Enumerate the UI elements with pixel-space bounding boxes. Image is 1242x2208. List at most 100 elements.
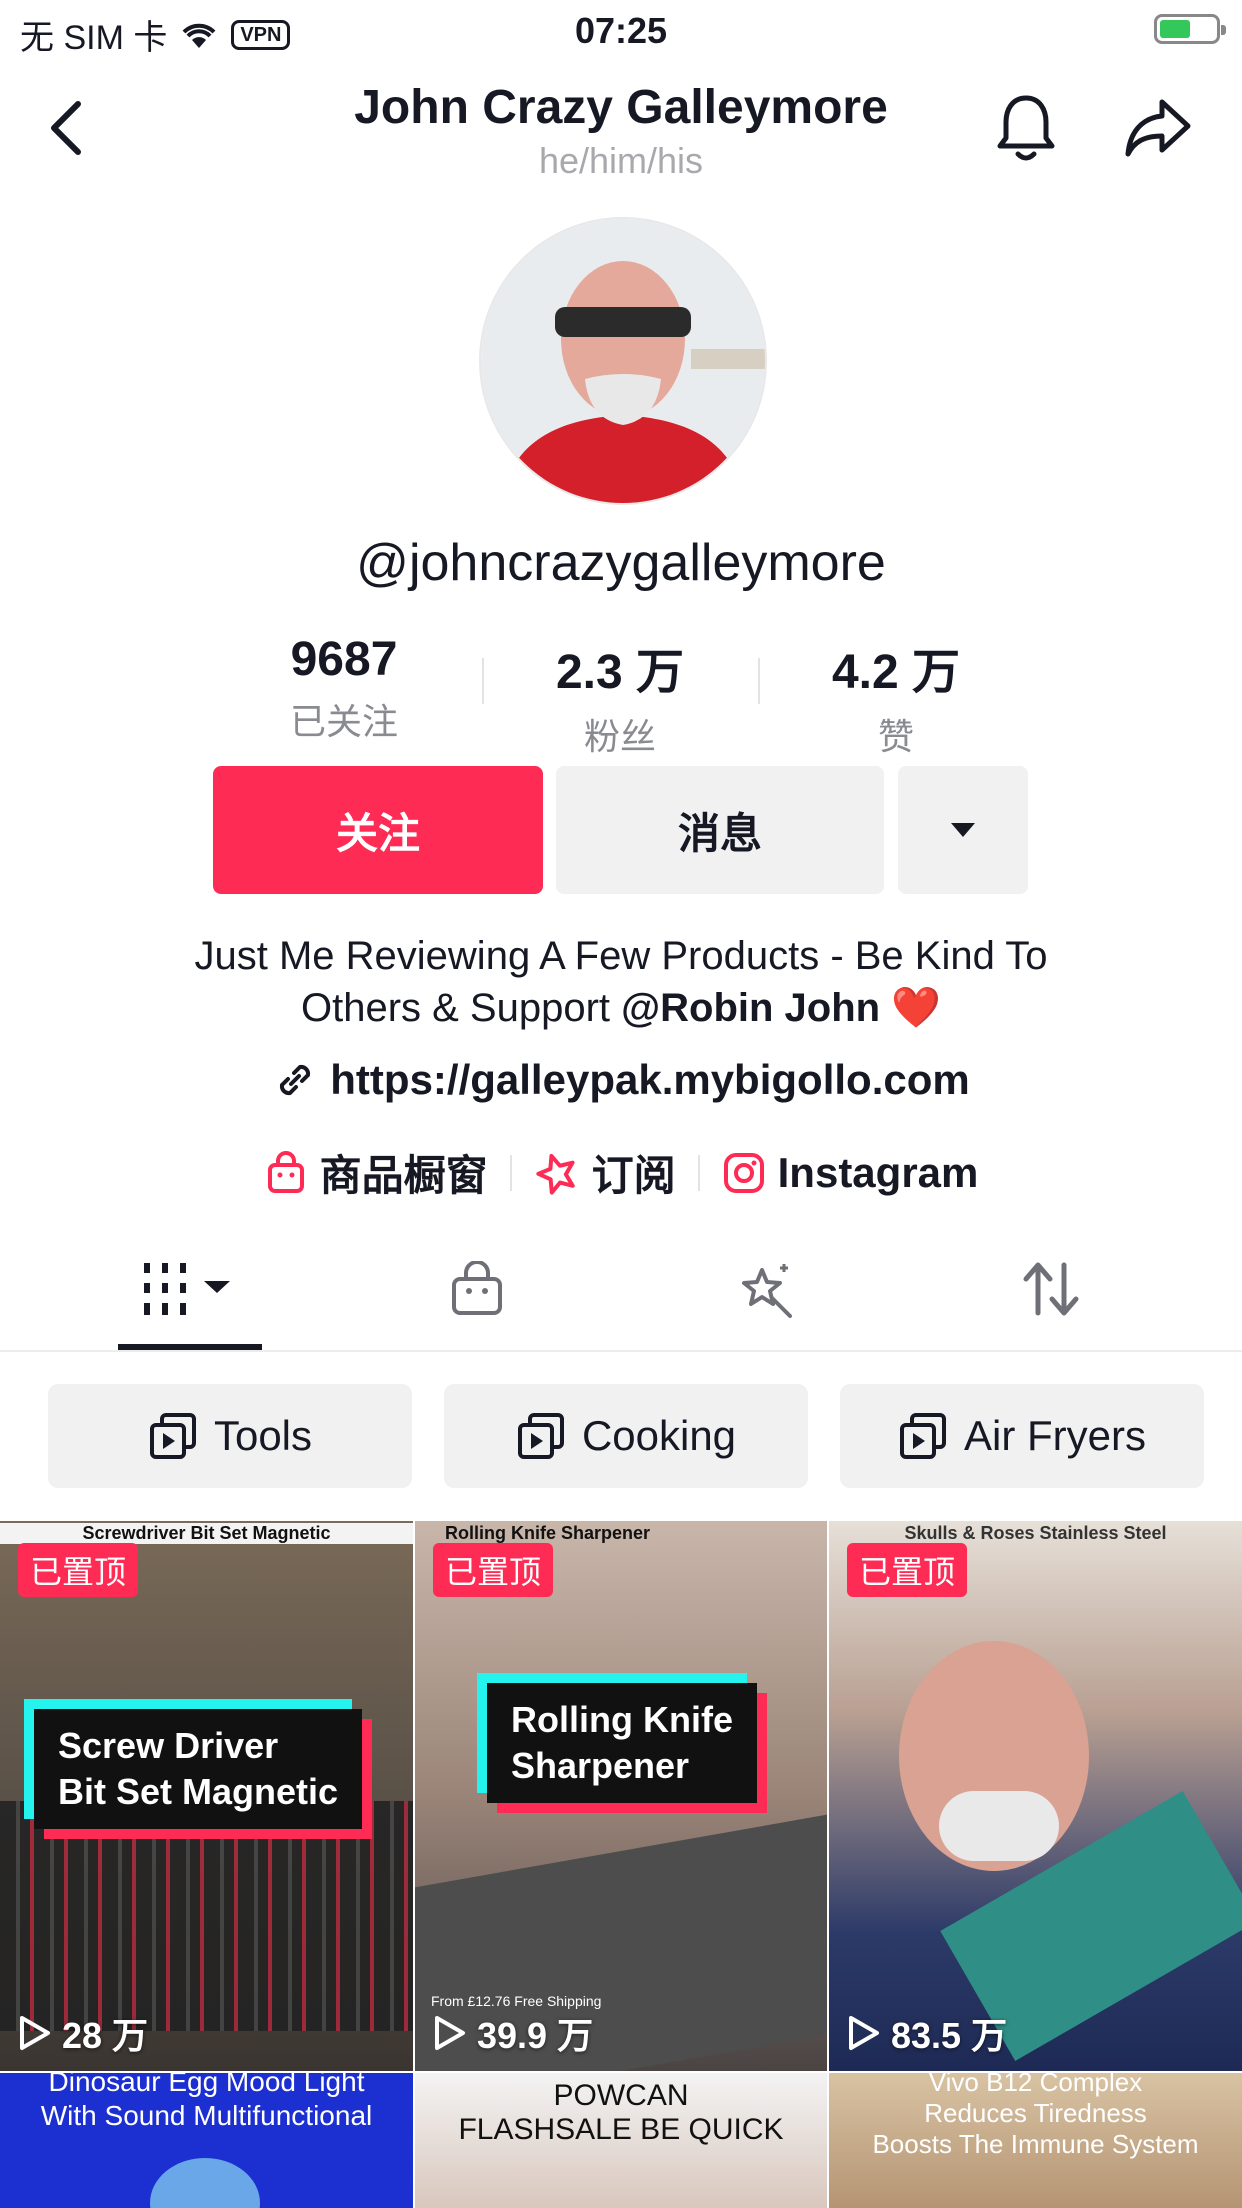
shortcut-divider: [697, 1154, 700, 1191]
video-thumbnail[interactable]: Screwdriver Bit Set Magnetic 已置顶 Screw D…: [0, 1521, 413, 2071]
bio-mention[interactable]: @Robin John: [621, 986, 880, 1030]
view-count-text: 39.9 万: [477, 2015, 594, 2056]
shopping-bag-icon: [267, 1150, 304, 1193]
bio-line: Others & Support @Robin John ❤️: [100, 982, 1142, 1034]
tab-collection[interactable]: [610, 1230, 920, 1348]
tab-shop[interactable]: [322, 1230, 632, 1348]
pinned-badge: 已置顶: [433, 1543, 554, 1597]
profile-link[interactable]: https://galleypak.mybigollo.com: [0, 1056, 1242, 1104]
video-thumbnail[interactable]: Dinosaur Egg Mood Light With Sound Multif…: [0, 2073, 413, 2208]
bio: Just Me Reviewing A Few Products - Be Ki…: [100, 930, 1142, 1034]
avatar[interactable]: [479, 217, 767, 505]
video-top-text: Rolling Knife Sharpener: [445, 1523, 651, 1543]
tab-videos[interactable]: [35, 1230, 345, 1348]
play-icon: [849, 2016, 879, 2050]
stat-value: 2.3 万: [555, 646, 685, 699]
shopping-bag-icon: [452, 1261, 502, 1315]
stat-followers[interactable]: 2.3 万 粉丝: [500, 632, 740, 760]
content-tabs: [0, 1230, 1242, 1352]
playlist-label: Tools: [213, 1412, 313, 1459]
caret-down-icon: [951, 823, 975, 837]
playlist-chip-air-fryers[interactable]: Air Fryers: [840, 1384, 1204, 1488]
stat-value: 4.2 万: [831, 646, 961, 699]
beard-image: [939, 1791, 1059, 1861]
bell-icon[interactable]: [994, 92, 1058, 164]
video-caption: Rolling Knife Sharpener: [487, 1683, 757, 1803]
instagram-icon: [723, 1152, 764, 1193]
playlist-icon: [517, 1413, 564, 1459]
shop-window-link[interactable]: 商品橱窗: [264, 1142, 488, 1203]
share-icon[interactable]: [1122, 96, 1194, 158]
repost-icon: [1023, 1262, 1079, 1316]
video-thumbnail[interactable]: Rolling Knife Sharpener From £12.76 Free…: [415, 1521, 827, 2071]
bio-line: Just Me Reviewing A Few Products - Be Ki…: [194, 934, 1048, 978]
stat-likes[interactable]: 4.2 万 赞: [776, 632, 1016, 760]
stat-value: 9687: [290, 633, 398, 686]
status-time: 07:25: [574, 10, 668, 51]
status-bar: 无 SIM 卡 VPN 07:25: [0, 0, 1242, 62]
subscribe-label: 订阅: [591, 1152, 676, 1199]
video-text-line: Boosts The Immune System: [872, 2129, 1199, 2159]
playlist-chip-tools[interactable]: Tools: [48, 1384, 412, 1488]
stat-label: 赞: [877, 716, 914, 757]
follow-button[interactable]: 关注: [213, 766, 543, 894]
view-count: 39.9 万: [433, 2007, 593, 2059]
video-text: Dinosaur Egg Mood Light With Sound Multif…: [0, 2073, 413, 2133]
tab-reposts[interactable]: [896, 1230, 1206, 1348]
heart-emoji: ❤️: [891, 986, 942, 1030]
subscribe-link[interactable]: 订阅: [534, 1142, 676, 1203]
stat-label: 粉丝: [583, 716, 656, 757]
stat-divider: [758, 658, 760, 704]
profile-shortcuts: 商品橱窗 订阅 Instagram: [0, 1142, 1242, 1203]
playlist-icon: [900, 1413, 946, 1459]
sparkle-star-icon: [742, 1264, 792, 1318]
pinned-badge: 已置顶: [18, 1543, 139, 1597]
play-icon: [20, 2016, 50, 2050]
stat-label: 已关注: [289, 701, 398, 742]
caption-line: Bit Set Magnetic: [58, 1771, 339, 1812]
video-text-line: FLASHSALE BE QUICK: [458, 2113, 784, 2146]
caption-line: Sharpener: [511, 1745, 690, 1786]
playlist-icon: [149, 1413, 196, 1459]
instagram-label: Instagram: [777, 1148, 979, 1196]
playlist-chip-cooking[interactable]: Cooking: [444, 1384, 808, 1488]
profile-handle: @johncrazygalleymore: [356, 534, 886, 592]
lamp-image: [150, 2158, 260, 2208]
playlist-label: Air Fryers: [964, 1412, 1146, 1459]
subscribe-star-icon: [535, 1153, 575, 1195]
video-thumbnail[interactable]: Skulls & Roses Stainless Steel 已置顶 83.5 …: [829, 1521, 1242, 2071]
video-text-line: Reduces Tiredness: [924, 2098, 1147, 2128]
video-caption: Screw Driver Bit Set Magnetic: [34, 1709, 363, 1829]
view-count: 28 万: [18, 2007, 148, 2059]
video-thumbnail[interactable]: Vivo B12 Complex Reduces Tiredness Boosts …: [829, 2073, 1242, 2208]
playlist-label: Cooking: [581, 1412, 737, 1459]
stat-following[interactable]: 9687 已关注: [224, 632, 464, 745]
play-icon: [435, 2016, 465, 2050]
video-top-text: Skulls & Roses Stainless Steel: [904, 1523, 1167, 1543]
grid-videos-icon: [144, 1263, 230, 1315]
view-count-text: 83.5 万: [891, 2015, 1008, 2056]
bio-text: Others & Support: [300, 986, 622, 1030]
video-text-line: With Sound Multifunctional: [40, 2100, 373, 2131]
instagram-link[interactable]: Instagram: [722, 1148, 979, 1197]
pinned-badge: 已置顶: [847, 1543, 968, 1597]
product-image: [0, 1801, 413, 2031]
caption-line: Screw Driver: [58, 1725, 279, 1766]
view-count-text: 28 万: [62, 2015, 149, 2056]
tab-indicator: [118, 1344, 262, 1350]
video-text: POWCAN FLASHSALE BE QUICK: [415, 2079, 827, 2147]
video-top-text: Screwdriver Bit Set Magnetic: [0, 1523, 413, 1544]
view-count: 83.5 万: [847, 2007, 1007, 2059]
video-grid: Screwdriver Bit Set Magnetic 已置顶 Screw D…: [0, 1521, 1242, 2208]
more-dropdown-button[interactable]: [898, 766, 1028, 894]
video-text-line: POWCAN: [553, 2079, 689, 2112]
link-icon: [280, 1064, 311, 1096]
caption-line: Rolling Knife: [511, 1699, 733, 1740]
shop-window-label: 商品橱窗: [319, 1152, 488, 1199]
message-button[interactable]: 消息: [556, 766, 884, 894]
video-thumbnail[interactable]: POWCAN FLASHSALE BE QUICK: [415, 2073, 827, 2208]
battery-icon: [1154, 14, 1226, 44]
video-text: Vivo B12 Complex Reduces Tiredness Boosts …: [829, 2073, 1242, 2160]
video-text-line: Vivo B12 Complex: [928, 2073, 1143, 2097]
link-text: https://galleypak.mybigollo.com: [330, 1056, 970, 1103]
